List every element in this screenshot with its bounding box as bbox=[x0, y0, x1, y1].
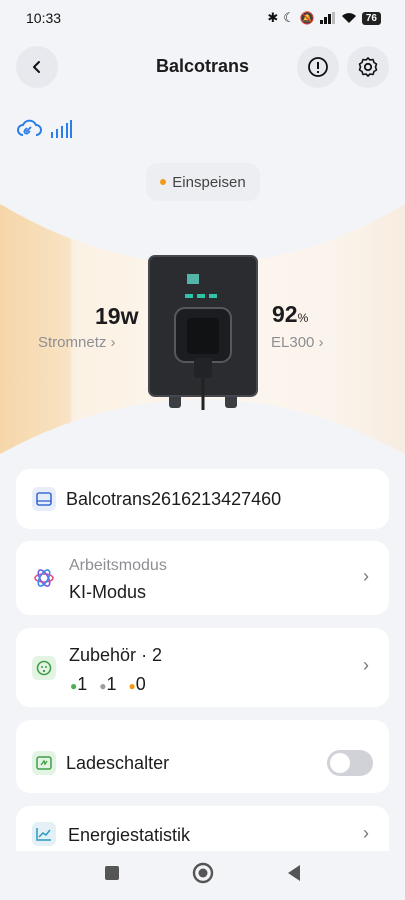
count-gray: ●1 bbox=[99, 674, 117, 694]
grid-power-value: 19w bbox=[95, 303, 139, 329]
connection-status bbox=[16, 118, 72, 140]
grid-link[interactable]: Stromnetz › bbox=[38, 334, 116, 351]
chevron-right-icon: › bbox=[363, 566, 369, 586]
chevron-right-icon: › bbox=[363, 655, 369, 675]
atom-icon bbox=[32, 566, 56, 590]
status-bar: 10:33 ✱ ☾ 🔕 76 bbox=[0, 0, 405, 36]
operating-mode-label: Einspeisen bbox=[172, 173, 246, 191]
header: Balcotrans bbox=[0, 44, 405, 90]
accessories-card[interactable]: Zubehör · 2 ●1 ●1 ●0 › bbox=[16, 628, 389, 707]
signal-icon bbox=[319, 12, 335, 24]
device-name: Balcotrans2616213427460 bbox=[66, 489, 282, 509]
battery-link[interactable]: EL300 › bbox=[271, 334, 324, 351]
moon-icon: ☾ bbox=[283, 10, 295, 25]
info-button[interactable] bbox=[297, 46, 339, 88]
work-mode-value: KI-Modus bbox=[69, 582, 147, 602]
wifi-icon bbox=[341, 13, 356, 23]
recents-button[interactable] bbox=[104, 865, 120, 886]
mute-icon: 🔕 bbox=[299, 11, 315, 25]
chevron-right-icon: › bbox=[363, 823, 369, 843]
accessories-title: Zubehör · 2 bbox=[69, 645, 163, 665]
status-icons: ✱ ☾ 🔕 76 bbox=[267, 10, 381, 26]
operating-mode-badge: Einspeisen bbox=[146, 163, 260, 201]
energy-stats-label: Energiestatistik bbox=[68, 825, 191, 845]
work-mode-card[interactable]: Arbeitsmodus KI-Modus › bbox=[16, 541, 389, 615]
device-card[interactable]: Balcotrans2616213427460 bbox=[16, 469, 389, 529]
clock: 10:33 bbox=[26, 10, 62, 26]
back-nav-button[interactable] bbox=[286, 864, 302, 887]
energy-flow-graphic bbox=[0, 204, 405, 454]
accessory-counts: ●1 ●1 ●0 bbox=[70, 674, 146, 695]
bluetooth-icon: ✱ bbox=[267, 10, 279, 25]
charge-switch-card: Ladeschalter bbox=[16, 720, 389, 793]
device-image bbox=[148, 255, 258, 410]
battery-indicator: 76 bbox=[361, 11, 381, 25]
alert-icon bbox=[308, 57, 328, 77]
device-icon bbox=[32, 487, 56, 511]
count-orange: ●0 bbox=[128, 674, 146, 694]
home-button[interactable] bbox=[192, 862, 214, 889]
cloud-link-icon bbox=[17, 119, 42, 136]
status-dot bbox=[160, 179, 167, 185]
socket-icon bbox=[32, 656, 56, 680]
charge-switch-label: Ladeschalter bbox=[66, 753, 170, 773]
settings-button[interactable] bbox=[347, 46, 389, 88]
page-title: Balcotrans bbox=[155, 56, 250, 76]
charge-icon bbox=[32, 751, 56, 775]
system-nav-bar bbox=[0, 851, 405, 900]
charge-toggle[interactable] bbox=[327, 750, 373, 776]
count-green: ●1 bbox=[70, 674, 88, 694]
battery-level-value: 92% bbox=[272, 301, 309, 327]
chart-icon bbox=[32, 822, 56, 846]
gear-icon bbox=[358, 57, 378, 77]
signal-strength-icon bbox=[51, 120, 72, 138]
work-mode-title: Arbeitsmodus bbox=[69, 557, 167, 574]
